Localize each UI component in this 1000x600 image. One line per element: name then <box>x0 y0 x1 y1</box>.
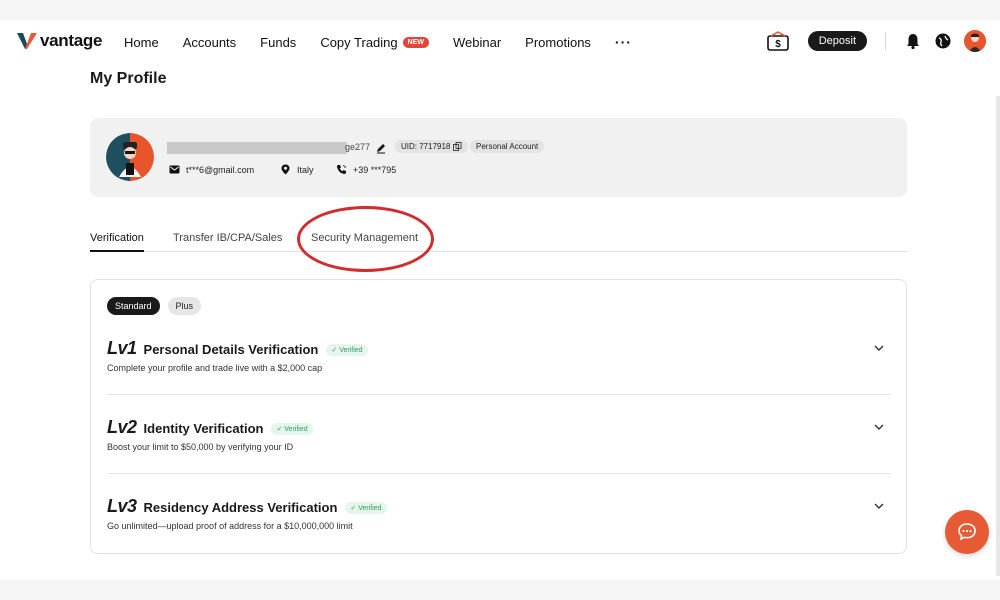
level-1-row[interactable]: Lv1 Personal Details Verification ✓ Veri… <box>107 338 891 418</box>
level-3-verified-badge: ✓ Verified <box>345 502 387 514</box>
location-info: Italy <box>280 164 314 175</box>
vantage-logo-icon <box>17 33 37 49</box>
level-1-header: Lv1 Personal Details Verification ✓ Veri… <box>107 338 368 359</box>
email-icon <box>169 165 180 174</box>
deposit-button[interactable]: Deposit <box>807 31 867 51</box>
copy-icon[interactable] <box>453 142 462 151</box>
header-divider <box>885 32 886 50</box>
main-nav: Home Accounts Funds Copy Trading NEW Web… <box>124 34 632 50</box>
nav-home[interactable]: Home <box>124 35 159 50</box>
username-suffix: ge277 <box>345 142 371 152</box>
nav-home-label: Home <box>124 34 159 50</box>
level-2-verified-badge: ✓ Verified <box>271 423 313 435</box>
phone-info: +39 ***795 <box>336 164 396 175</box>
profile-avatar <box>106 133 154 181</box>
level-3-row[interactable]: Lv3 Residency Address Verification ✓ Ver… <box>107 496 891 576</box>
chat-support-button[interactable] <box>945 510 989 554</box>
level-divider <box>107 473 891 474</box>
plan-toggle: Standard Plus <box>107 297 209 315</box>
chat-bubble-icon <box>958 523 976 541</box>
uid-text: UID: 7717918 <box>401 142 451 151</box>
phone-text: +39 ***795 <box>353 164 397 175</box>
nav-webinar[interactable]: Webinar <box>453 35 501 50</box>
level-divider <box>107 394 891 395</box>
nav-webinar-label: Webinar <box>452 34 502 50</box>
nav-funds-label: Funds <box>260 34 297 50</box>
profile-avatar-figure-icon <box>106 133 154 181</box>
tab-transfer-ib[interactable]: Transfer IB/CPA/Sales <box>173 232 282 244</box>
nav-promotions-label: Promotions <box>525 34 591 50</box>
page: vantage Home Accounts Funds Copy Trading… <box>0 20 1000 580</box>
level-2-tag: Lv2 <box>107 417 137 437</box>
nav-accounts[interactable]: Accounts <box>183 35 236 50</box>
vantage-logo[interactable]: vantage <box>16 30 102 52</box>
account-type-badge: Personal Account <box>470 140 545 153</box>
level-3-description: Go unlimited—upload proof of address for… <box>107 521 353 531</box>
level-3-title: Residency Address Verification <box>143 500 338 515</box>
brand-name: vantage <box>40 31 103 50</box>
level-1-title: Personal Details Verification <box>143 342 319 357</box>
level-1-tag: Lv1 <box>107 338 137 358</box>
level-3-header: Lv3 Residency Address Verification ✓ Ver… <box>107 496 387 517</box>
email-info: t***6@gmail.com <box>169 164 254 175</box>
edit-icon[interactable] <box>375 142 387 154</box>
level-1-description: Complete your profile and trade live wit… <box>107 363 323 373</box>
country-text: Italy <box>297 164 314 175</box>
level-2-row[interactable]: Lv2 Identity Verification ✓ Verified Boo… <box>107 417 891 497</box>
profile-tabs: Verification Transfer IB/CPA/Sales Secur… <box>90 230 907 252</box>
level-2-title: Identity Verification <box>143 421 264 436</box>
uid-badge: UID: 7717918 <box>395 140 469 153</box>
svg-text:$: $ <box>775 39 781 50</box>
globe-icon[interactable] <box>934 32 952 50</box>
redacted-username <box>167 142 347 154</box>
top-navbar: vantage Home Accounts Funds Copy Trading… <box>0 20 1000 64</box>
page-title: My Profile <box>90 70 167 87</box>
nav-accounts-label: Accounts <box>182 34 237 50</box>
level-1-verified-badge: ✓ Verified <box>326 344 368 356</box>
email-text: t***6@gmail.com <box>186 164 255 175</box>
location-pin-icon <box>281 164 290 175</box>
chevron-down-icon[interactable] <box>873 421 885 433</box>
more-menu-icon[interactable]: ··· <box>615 34 632 50</box>
nav-copy-trading[interactable]: Copy Trading NEW <box>320 35 429 50</box>
chevron-down-icon[interactable] <box>873 500 885 512</box>
nav-promotions[interactable]: Promotions <box>525 35 591 50</box>
level-2-header: Lv2 Identity Verification ✓ Verified <box>107 417 313 438</box>
profile-card: ge277 UID: 7717918 Personal Account t***… <box>90 118 907 197</box>
level-3-tag: Lv3 <box>107 496 137 516</box>
nav-funds[interactable]: Funds <box>260 35 296 50</box>
chevron-down-icon[interactable] <box>873 342 885 354</box>
level-2-description: Boost your limit to $50,000 by verifying… <box>107 442 294 452</box>
page-scrollbar[interactable] <box>996 96 1000 576</box>
verification-card: Standard Plus Lv1 Personal Details Verif… <box>90 279 907 554</box>
user-avatar[interactable] <box>964 30 986 52</box>
phone-icon <box>336 165 346 175</box>
voucher-icon[interactable]: $ <box>766 30 790 52</box>
plan-plus[interactable]: Plus <box>167 297 202 315</box>
header-actions: $ Deposit <box>766 30 986 52</box>
avatar-figure-icon <box>964 30 986 52</box>
tab-verification[interactable]: Verification <box>90 232 144 252</box>
new-badge: NEW <box>402 36 429 48</box>
nav-copy-trading-label: Copy Trading <box>320 34 398 50</box>
highlight-annotation-circle <box>297 206 434 272</box>
plan-standard[interactable]: Standard <box>107 297 160 315</box>
bell-icon[interactable] <box>904 32 922 50</box>
